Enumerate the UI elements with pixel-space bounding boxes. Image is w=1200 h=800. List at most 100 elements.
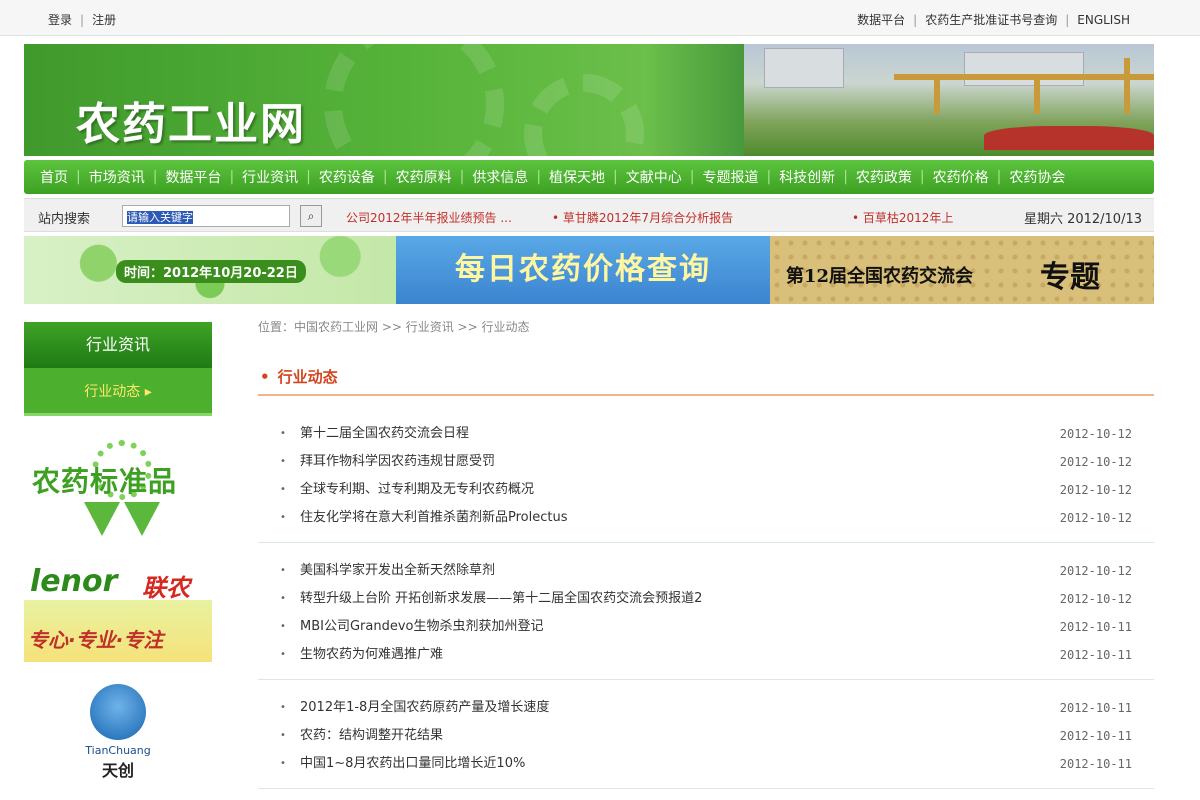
register-link[interactable]: 注册	[92, 13, 116, 27]
ad-strip: 时间：2012年10月20-22日 每日农药价格查询 第12届全国农药交流会 专…	[24, 236, 1154, 304]
header-banner: 农药工业网	[24, 44, 1154, 156]
nav-item[interactable]: 科技创新	[771, 167, 843, 187]
bullet-icon: •	[280, 593, 286, 604]
news-title[interactable]: MBI公司Grandevo生物杀虫剂获加州登记	[300, 613, 544, 641]
news-title[interactable]: 全球专利期、过专利期及无专利农药概况	[300, 476, 534, 504]
nav-item[interactable]: 植保天地	[541, 167, 613, 187]
lenor-slogan: 专心·专业·专注	[28, 628, 164, 652]
standard-products-ad[interactable]: 农药标准品	[32, 440, 212, 540]
nav-item[interactable]: 首页	[32, 167, 76, 187]
top-bar: 登录 | 注册 数据平台 | 农药生产批准证书号查询 | ENGLISH	[0, 0, 1200, 36]
exchange-topic-tag: 专题	[1040, 260, 1100, 295]
news-row[interactable]: • 拜耳作物科学因农药违规甘愿受罚 2012-10-12	[258, 448, 1154, 476]
nav-item[interactable]: 农药政策	[848, 167, 920, 187]
divider: |	[80, 13, 85, 27]
ribbon-icon	[84, 502, 120, 536]
search-label: 站内搜索	[38, 212, 91, 227]
news-date: 2012-10-12	[1059, 427, 1132, 441]
nav-item[interactable]: 行业资讯	[234, 167, 306, 187]
ribbon-icon	[124, 502, 160, 536]
nav-item[interactable]: 农药原料	[388, 167, 460, 187]
news-row[interactable]: • 住友化学将在意大利首推杀菌剂新品Prolectus 2012-10-12	[258, 504, 1154, 532]
news-date: 2012-10-12	[1059, 483, 1132, 497]
news-title[interactable]: 生物农药为何难遇推广难	[300, 641, 443, 669]
building-shape	[764, 48, 844, 88]
news-title[interactable]: 美国科学家开发出全新天然除草剂	[300, 557, 495, 585]
news-row[interactable]: • 中国1~8月农药出口量同比增长近10% 2012-10-11	[258, 750, 1154, 778]
section-title: • 行业动态	[258, 366, 1154, 396]
conference-time: 时间：2012年10月20-22日	[116, 260, 306, 283]
news-date: 2012-10-12	[1059, 511, 1132, 525]
tianchuang-cn: 天创	[101, 761, 134, 780]
news-date: 2012-10-11	[1059, 757, 1132, 771]
section-title-text: 行业动态	[277, 368, 338, 386]
bullet-icon: •	[280, 730, 286, 741]
login-link[interactable]: 登录	[48, 13, 72, 27]
sidebar-title[interactable]: 行业资讯	[24, 322, 212, 368]
nav-item[interactable]: 供求信息	[464, 167, 536, 187]
news-group: • 第十二届全国农药交流会日程 2012-10-12 • 拜耳作物科学因农药违规甘愿受罚…	[258, 420, 1154, 543]
bullet-icon: •	[280, 512, 286, 523]
search-icon: ⌕	[307, 209, 315, 223]
news-title[interactable]: 第十二届全国农药交流会日程	[300, 420, 469, 448]
price-query-ad[interactable]: 每日农药价格查询	[396, 236, 770, 304]
news-title[interactable]: 住友化学将在意大利首推杀菌剂新品Prolectus	[300, 504, 568, 532]
news-date: 2012-10-11	[1059, 701, 1132, 715]
news-title[interactable]: 2012年1-8月全国农药原药产量及增长速度	[300, 694, 549, 722]
building-shape	[964, 52, 1084, 86]
site-logo[interactable]: 农药工业网	[76, 88, 306, 152]
news-row[interactable]: • 第十二届全国农药交流会日程 2012-10-12	[258, 420, 1154, 448]
search-bar: 站内搜索 请输入关键字 ⌕ 公司2012年半年报业绩预告 ... • 草甘膦20…	[24, 198, 1154, 232]
news-row[interactable]: • 美国科学家开发出全新天然除草剂 2012-10-12	[258, 557, 1154, 585]
exchange-topic-ad[interactable]: 第12届全国农药交流会 专题	[770, 236, 1154, 304]
nav-item[interactable]: 数据平台	[157, 167, 229, 187]
news-row[interactable]: • 农药：结构调整开花结果 2012-10-11	[258, 722, 1154, 750]
news-title[interactable]: 拜耳作物科学因农药违规甘愿受罚	[300, 448, 495, 476]
sidebar-item-industry-news[interactable]: 行业动态 ▸	[24, 368, 212, 416]
bullet-icon: •	[280, 428, 286, 439]
top-bar-right: 数据平台 | 农药生产批准证书号查询 | ENGLISH	[857, 11, 1130, 28]
news-row[interactable]: • 全球专利期、过专利期及无专利农药概况 2012-10-12	[258, 476, 1154, 504]
bullet-icon: •	[280, 649, 286, 660]
current-date: 星期六 2012/10/13	[1023, 212, 1142, 227]
news-title[interactable]: 农药：结构调整开花结果	[300, 722, 443, 750]
news-date: 2012-10-12	[1059, 455, 1132, 469]
news-ticker-item[interactable]: • 百草枯2012年上	[852, 209, 953, 226]
news-ticker-item[interactable]: • 草甘膦2012年7月综合分析报告	[552, 209, 733, 226]
search-button[interactable]: ⌕	[300, 205, 322, 227]
main-content: 位置：中国农药工业网 >> 行业资讯 >> 行业动态 • 行业动态 • 第十二届全国…	[258, 318, 1154, 789]
nav-item[interactable]: 农药设备	[311, 167, 383, 187]
divider: |	[1065, 13, 1070, 27]
news-date: 2012-10-12	[1059, 592, 1132, 606]
registration-query-link[interactable]: 农药生产批准证书号查询	[925, 13, 1057, 27]
nav-item[interactable]: 文献中心	[618, 167, 690, 187]
search-input[interactable]: 请输入关键字	[122, 205, 290, 227]
conference-ad[interactable]: 时间：2012年10月20-22日	[24, 236, 396, 304]
nav-item[interactable]: 农药价格	[925, 167, 997, 187]
data-platform-link[interactable]: 数据平台	[857, 13, 905, 27]
breadcrumb: 位置：中国农药工业网 >> 行业资讯 >> 行业动态	[258, 320, 530, 334]
bullet-icon: •	[280, 621, 286, 632]
news-row[interactable]: • 生物农药为何难遇推广难 2012-10-11	[258, 641, 1154, 669]
lianong-logo: 联农	[142, 574, 190, 602]
tianchuang-ad[interactable]: TianChuang 天创	[76, 684, 160, 784]
search-input-value: 请输入关键字	[127, 211, 193, 224]
news-date: 2012-10-12	[1059, 564, 1132, 578]
lenor-ad[interactable]: lenor 联农 专心·专业·专注	[24, 562, 212, 662]
flowerbed-decoration	[984, 126, 1154, 150]
news-row[interactable]: • MBI公司Grandevo生物杀虫剂获加州登记 2012-10-11	[258, 613, 1154, 641]
news-ticker-item[interactable]: 公司2012年半年报业绩预告 ...	[346, 209, 512, 226]
english-link[interactable]: ENGLISH	[1077, 13, 1130, 27]
nav-item[interactable]: 市场资讯	[81, 167, 153, 187]
news-row[interactable]: • 2012年1-8月全国农药原药产量及增长速度 2012-10-11	[258, 694, 1154, 722]
news-date: 2012-10-11	[1059, 729, 1132, 743]
bullet-icon: •	[260, 368, 270, 386]
news-title[interactable]: 中国1~8月农药出口量同比增长近10%	[300, 750, 525, 778]
nav-item[interactable]: 专题报道	[694, 167, 766, 187]
news-group: • 2012年1-8月全国农药原药产量及增长速度 2012-10-11 • 农药：结构调…	[258, 690, 1154, 789]
news-row[interactable]: • 转型升级上台阶 开拓创新求发展——第十二届全国农药交流会预报道2 2012-10…	[258, 585, 1154, 613]
bullet-icon: •	[280, 702, 286, 713]
news-title[interactable]: 转型升级上台阶 开拓创新求发展——第十二届全国农药交流会预报道2	[300, 585, 702, 613]
bullet-icon: •	[280, 456, 286, 467]
nav-item[interactable]: 农药协会	[1001, 167, 1073, 187]
